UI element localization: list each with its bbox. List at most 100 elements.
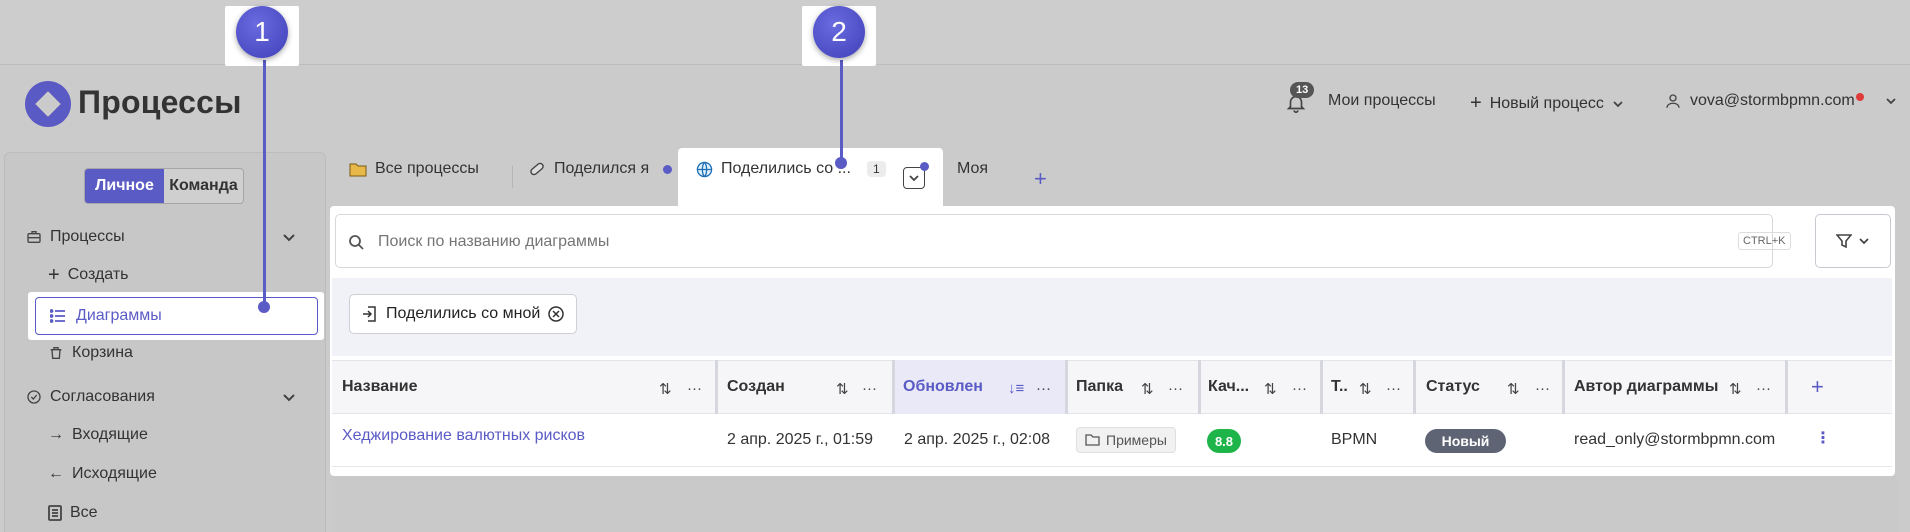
callout-target-dot — [258, 301, 270, 313]
new-process-button[interactable]: + Новый процесс — [1470, 92, 1624, 115]
filter-icon — [1836, 234, 1852, 249]
chevron-down-icon[interactable] — [282, 390, 296, 404]
column-resizer[interactable] — [1785, 360, 1788, 414]
sidebar-item-label: Исходящие — [72, 465, 157, 482]
more-icon[interactable]: ··· — [1535, 380, 1550, 397]
sidebar-item-label: Все — [70, 504, 98, 521]
sort-icon[interactable]: ⇅ — [1264, 380, 1277, 398]
column-created[interactable]: Создан — [727, 360, 847, 414]
arrow-right-icon: → — [48, 426, 64, 443]
sidebar-item-all[interactable]: Все — [48, 504, 98, 522]
sidebar-item-trash[interactable]: Корзина — [48, 344, 133, 362]
column-resizer[interactable] — [1562, 360, 1565, 414]
briefcase-icon — [27, 231, 41, 243]
sort-icon[interactable]: ⇅ — [1359, 380, 1372, 398]
sidebar-item-label: Диаграммы — [76, 307, 162, 324]
more-icon[interactable]: ··· — [862, 380, 877, 397]
column-resizer[interactable] — [1198, 360, 1201, 414]
column-resizer[interactable] — [1065, 360, 1068, 414]
callout-target-dot — [835, 157, 847, 169]
more-icon[interactable]: ··· — [687, 380, 702, 397]
column-status[interactable]: Статус — [1426, 360, 1496, 414]
tab-label: Поделился я — [554, 160, 650, 177]
more-icon[interactable]: ··· — [1036, 380, 1051, 397]
folder-name: Примеры — [1106, 432, 1167, 448]
folder-icon — [349, 163, 367, 176]
callout-2: 2 — [813, 6, 865, 58]
my-processes-label: Мои процессы — [1328, 92, 1436, 109]
sort-icon[interactable]: ⇅ — [836, 380, 849, 398]
chevron-down-icon — [1859, 238, 1869, 245]
more-icon[interactable]: ··· — [1386, 380, 1401, 397]
folder-icon — [1085, 434, 1100, 446]
filter-button[interactable] — [1815, 214, 1891, 268]
add-column-button[interactable]: + — [1811, 374, 1824, 400]
plus-icon: + — [1470, 92, 1482, 114]
more-icon[interactable]: ··· — [1756, 380, 1771, 397]
search-icon — [349, 235, 364, 250]
column-title: Автор диаграммы — [1574, 378, 1719, 395]
sidebar-item-diagrams[interactable]: Диаграммы — [35, 297, 318, 335]
tab-mine[interactable]: Моя — [957, 160, 988, 178]
tab-shared-by-me[interactable]: Поделился я — [528, 160, 673, 178]
tab-shared-with-me[interactable]: Поделились со ... 1 — [696, 160, 886, 178]
sort-icon[interactable]: ⇅ — [1507, 380, 1520, 398]
sidebar-item-outgoing[interactable]: ← Исходящие — [48, 465, 157, 483]
add-tab-button[interactable]: + — [1034, 166, 1047, 192]
column-title: Обновлен — [903, 378, 983, 395]
shortcut-hint: CTRL+K — [1738, 232, 1791, 250]
page-title: Процессы — [78, 84, 242, 120]
column-name[interactable]: Название — [342, 360, 582, 414]
column-quality[interactable]: Кач... — [1208, 360, 1258, 414]
column-type[interactable]: Т.. — [1331, 360, 1361, 414]
column-resizer[interactable] — [715, 360, 718, 414]
chevron-down-icon — [909, 175, 919, 182]
filter-chip-label: Поделились со мной — [386, 305, 541, 322]
sidebar-item-incoming[interactable]: → Входящие — [48, 426, 148, 444]
segment-team[interactable]: Команда — [164, 169, 243, 203]
unread-dot — [920, 162, 929, 171]
column-resizer[interactable] — [1320, 360, 1323, 414]
chevron-down-icon — [1613, 100, 1623, 107]
chevron-down-icon[interactable] — [282, 230, 296, 244]
more-icon[interactable]: ··· — [1168, 380, 1183, 397]
row-menu-icon[interactable]: ⋮ — [1815, 428, 1831, 448]
sort-desc-icon[interactable]: ↓≡ — [1008, 380, 1024, 397]
diagram-type: BPMN — [1331, 431, 1378, 448]
table-empty-area — [332, 476, 1897, 532]
sidebar-group-approvals[interactable]: Согласования — [26, 388, 155, 406]
segment-personal[interactable]: Личное — [85, 169, 164, 203]
document-icon — [48, 505, 62, 521]
diagram-name-link[interactable]: Хеджирование валютных рисков — [342, 427, 585, 445]
close-circle-icon[interactable] — [548, 306, 565, 322]
folder-chip[interactable]: Примеры — [1076, 427, 1176, 453]
sidebar-item-label: Корзина — [72, 344, 133, 361]
sidebar-item-label: Создать — [67, 266, 129, 283]
sidebar-group-processes[interactable]: Процессы — [26, 228, 125, 246]
plus-icon: + — [48, 264, 60, 286]
column-title: Папка — [1076, 378, 1123, 395]
sidebar-item-create[interactable]: + Создать — [48, 264, 129, 286]
column-folder[interactable]: Папка — [1076, 360, 1136, 414]
filter-chip[interactable]: Поделились со мной — [349, 294, 578, 334]
my-processes-link[interactable]: Мои процессы — [1328, 92, 1436, 110]
column-author[interactable]: Автор диаграммы — [1574, 360, 1724, 414]
sort-icon[interactable]: ⇅ — [1141, 380, 1154, 398]
tab-label: Поделились со ... — [721, 160, 851, 177]
app-logo — [25, 81, 71, 127]
sort-icon[interactable]: ⇅ — [1729, 380, 1742, 398]
callout-1: 1 — [236, 6, 288, 58]
column-resizer[interactable] — [1413, 360, 1416, 414]
tab-count-badge: 1 — [866, 161, 886, 177]
user-icon — [1666, 94, 1680, 108]
created-date: 2 апр. 2025 г., 01:59 — [727, 431, 873, 448]
sidebar-group-label: Процессы — [50, 228, 125, 245]
workspace-switch: Личное Команда — [84, 168, 244, 204]
tab-label: Все процессы — [375, 160, 479, 177]
search-input[interactable] — [378, 228, 1718, 256]
shared-in-icon — [363, 306, 376, 322]
tab-all-processes[interactable]: Все процессы — [349, 160, 479, 178]
more-icon[interactable]: ··· — [1292, 380, 1307, 397]
quality-badge: 8.8 — [1207, 429, 1241, 453]
sort-icon[interactable]: ⇅ — [659, 380, 672, 398]
